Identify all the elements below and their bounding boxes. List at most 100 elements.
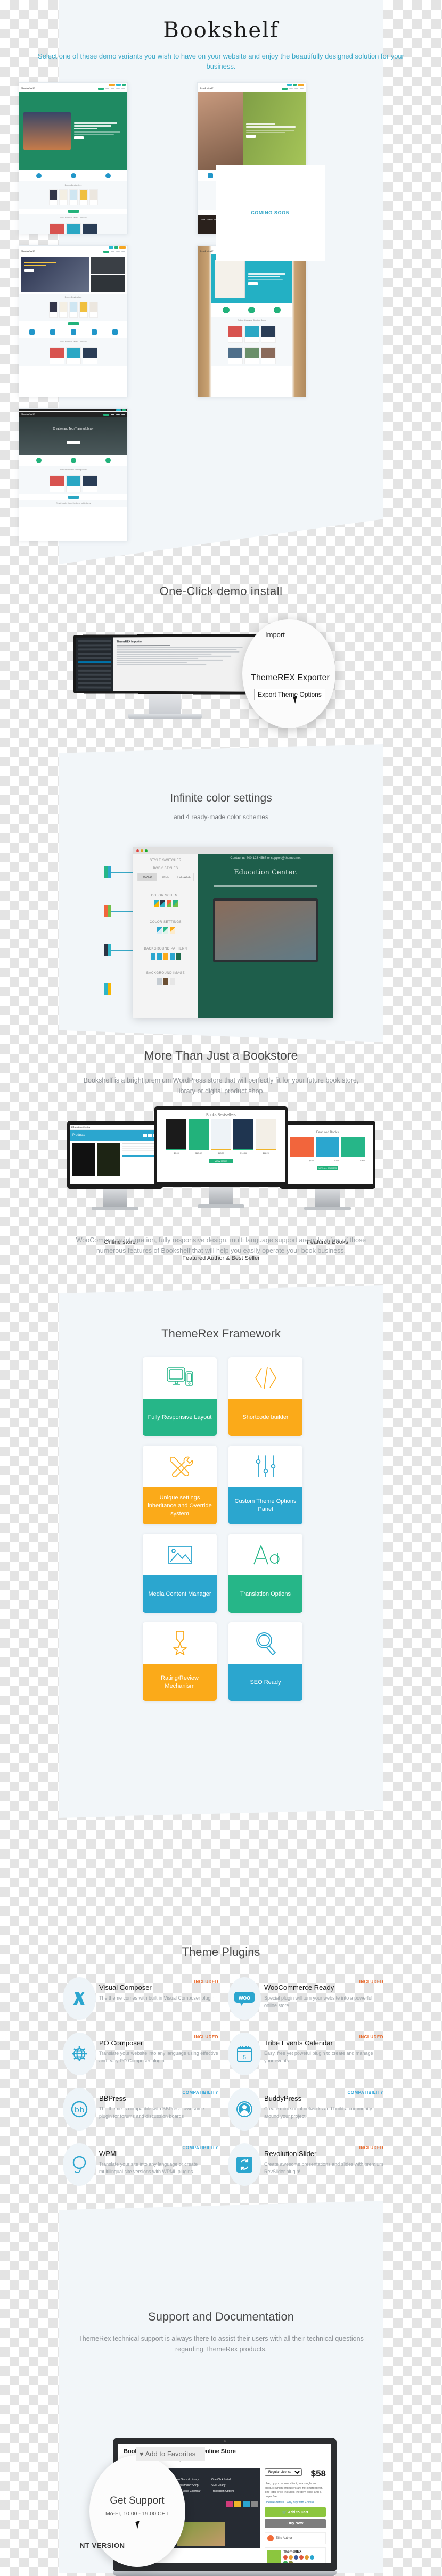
device-showcase: Education Center Products Books Bestsell…	[64, 1106, 378, 1210]
plugin-tribe-events[interactable]: 5 INCLUDED Tribe Events Calendar Easy, f…	[224, 2033, 383, 2075]
license-select[interactable]: Regular License	[265, 2468, 302, 2476]
imac-stand	[149, 694, 181, 715]
background-pattern-swatches[interactable]	[133, 953, 198, 960]
plugin-bbpress[interactable]: bb COMPATIBILITY BBPress The theme is co…	[59, 2088, 218, 2131]
pattern-1[interactable]	[150, 953, 155, 960]
feature-card-options-panel[interactable]: Custom Theme Options Panel	[228, 1446, 302, 1524]
swatch-2[interactable]	[160, 900, 165, 907]
imac-base	[128, 714, 202, 719]
visual-composer-icon	[63, 1977, 96, 2020]
swatch-3[interactable]	[166, 900, 171, 907]
wp-admin-body: ThemeREX Importer	[113, 637, 257, 692]
body-styles-segmented[interactable]: BOXED WIDE FULLWIDE	[137, 873, 194, 881]
support-heading: Support and Documentation	[148, 2310, 294, 2323]
bbpress-icon: bb	[63, 2088, 96, 2131]
heart-icon: ♥	[140, 2450, 144, 2458]
svg-text:bb: bb	[74, 2105, 84, 2115]
device-view-more-button[interactable]: VIEW MORE	[209, 1159, 233, 1163]
background-image-swatches[interactable]	[133, 978, 198, 985]
demo-card-main-green[interactable]: Bookshelf Books Bestsellers Most Popular…	[19, 82, 128, 234]
coming-soon-label: COMING SOON	[251, 210, 290, 216]
bgimg-1[interactable]	[157, 978, 162, 985]
feature-card-rating[interactable]: Rating\Review Mechanism	[143, 1622, 217, 1701]
feature-card-translation[interactable]: Translation Options	[228, 1534, 302, 1613]
device-stand	[209, 1187, 233, 1205]
feature-card-media-manager[interactable]: Media Content Manager	[143, 1534, 217, 1613]
demo-card-library[interactable]: Bookshelf Creative and Tech Training Lib…	[19, 408, 128, 541]
buy-now-button[interactable]: Buy Now	[265, 2519, 326, 2528]
device-online-store[interactable]: Education Center Products	[67, 1121, 163, 1210]
promo-feature: One-Click Install	[211, 2478, 231, 2481]
color-scheme-label: COLOR SCHEME	[151, 894, 181, 897]
mock-section-title-2: Most Popular Micro-Courses	[19, 214, 127, 221]
device-view-all-button[interactable]: VIEW ALL COURSES	[317, 1166, 338, 1170]
swatch-1[interactable]	[153, 900, 159, 907]
mock-section-title: New Products Coming Soon	[19, 466, 127, 473]
scheme-chip-2[interactable]	[104, 905, 111, 917]
color-setting-3[interactable]	[169, 927, 175, 934]
scheme-chip-3[interactable]	[104, 944, 111, 956]
get-support-title: Get Support	[110, 2495, 165, 2506]
plugin-visual-composer[interactable]: INCLUDED Visual Composer The theme comes…	[59, 1977, 218, 2020]
feature-card-seo[interactable]: SEO Ready	[228, 1622, 302, 1701]
body-style-fullwide[interactable]: FULLWIDE	[175, 873, 193, 881]
imac-mockup: ThemeREX Importer	[72, 634, 260, 730]
plugin-wpml[interactable]: COMPATIBILITY WPML Translate your site i…	[59, 2143, 218, 2186]
add-to-cart-button[interactable]: 🛒 Add to Cart	[265, 2507, 326, 2517]
scheme-chip-1[interactable]	[104, 866, 111, 878]
bgimg-2[interactable]	[163, 978, 168, 985]
demo-card-shelf[interactable]: Bookshelf Online Courses Starting Soon	[197, 245, 306, 397]
plugin-revolution-slider[interactable]: INCLUDED Revolution Slider Create awesom…	[224, 2143, 383, 2186]
plugin-name: BBPress	[99, 2094, 126, 2102]
plugin-po-composer[interactable]: INCLUDED PO Composer Translate your webs…	[59, 2033, 218, 2075]
framework-heading: ThemeRex Framework	[161, 1327, 281, 1340]
plugin-description: The theme comes with built in Visual Com…	[99, 1995, 215, 2001]
feature-card-shortcode[interactable]: Shortcode builder	[228, 1357, 302, 1436]
demo-card-dark-grid[interactable]: Bookshelf Books Bestsellers Most Popular…	[19, 245, 128, 397]
style-switcher-panel: STYLE SWITCHER BODY STYLES BOXED WIDE FU…	[133, 854, 198, 1018]
color-scheme-swatches[interactable]	[133, 900, 198, 907]
pattern-5[interactable]	[176, 953, 181, 960]
color-settings-heading: Infinite color settings	[170, 792, 272, 804]
plugin-name: Visual Composer	[99, 1984, 152, 1992]
scheme-chip-4[interactable]	[104, 983, 111, 995]
feature-label: Media Content Manager	[143, 1575, 217, 1613]
pattern-4[interactable]	[169, 953, 175, 960]
device-featured-author[interactable]: Books Bestsellers $9.09 $18.42 $13.55 $14.…	[154, 1106, 288, 1208]
color-setting-1[interactable]	[157, 927, 162, 934]
device-foot	[198, 1204, 244, 1208]
sliders-icon	[228, 1446, 302, 1487]
wrench-pencil-icon	[143, 1446, 217, 1487]
plugin-description: Easy, free yet poweful plugin to create …	[264, 2051, 373, 2063]
body-style-wide[interactable]: WIDE	[157, 873, 175, 881]
add-to-favorites-button[interactable]: ♥ Add to Favorites	[136, 2447, 205, 2461]
background-pattern-label: BACKGROUND PATTERN	[144, 947, 187, 951]
license-links[interactable]: License details | Why buy with Envato	[265, 2501, 326, 2504]
feature-card-responsive[interactable]: Fully Responsive Layout	[143, 1357, 217, 1436]
pattern-2[interactable]	[157, 953, 162, 960]
mock-logo: Bookshelf	[200, 87, 213, 90]
close-icon[interactable]	[136, 849, 139, 852]
bookstore-heading: More Than Just a Bookstore	[144, 1048, 298, 1062]
body-style-boxed[interactable]: BOXED	[138, 873, 157, 881]
pattern-3[interactable]	[163, 953, 168, 960]
maximize-icon[interactable]	[145, 849, 148, 852]
color-setting-2[interactable]	[163, 927, 168, 934]
device-screen-title: Featured Books	[316, 1131, 339, 1134]
bgimg-3[interactable]	[169, 978, 175, 985]
plugin-buddypress[interactable]: COMPATIBILITY BuddyPress Create mini soc…	[224, 2088, 383, 2131]
wp-admin-sidebar	[76, 637, 113, 691]
swatch-4[interactable]	[173, 900, 178, 907]
device-foot	[304, 1207, 351, 1210]
plugin-description: Create mini social networks and build a …	[264, 2106, 372, 2119]
plugin-woocommerce[interactable]: woo INCLUDED WooCommerce Ready Special p…	[224, 1977, 383, 2020]
one-click-heading: One-Click demo install	[159, 584, 283, 598]
device-featured-books[interactable]: Featured Books $150 $165 $205 VIEW ALL COU…	[280, 1121, 375, 1210]
coming-soon-card: COMING SOON	[216, 165, 325, 261]
feature-card-override[interactable]: Unique settings inheritance and Override…	[143, 1446, 217, 1524]
mock-section-title: Books Bestsellers	[19, 294, 127, 301]
minimize-icon[interactable]	[141, 849, 143, 852]
color-settings-swatches[interactable]	[133, 927, 198, 934]
plugin-description: The theme is compatible with BBPress, aw…	[99, 2106, 204, 2119]
export-theme-options-button[interactable]: Export Theme Options	[254, 689, 325, 700]
